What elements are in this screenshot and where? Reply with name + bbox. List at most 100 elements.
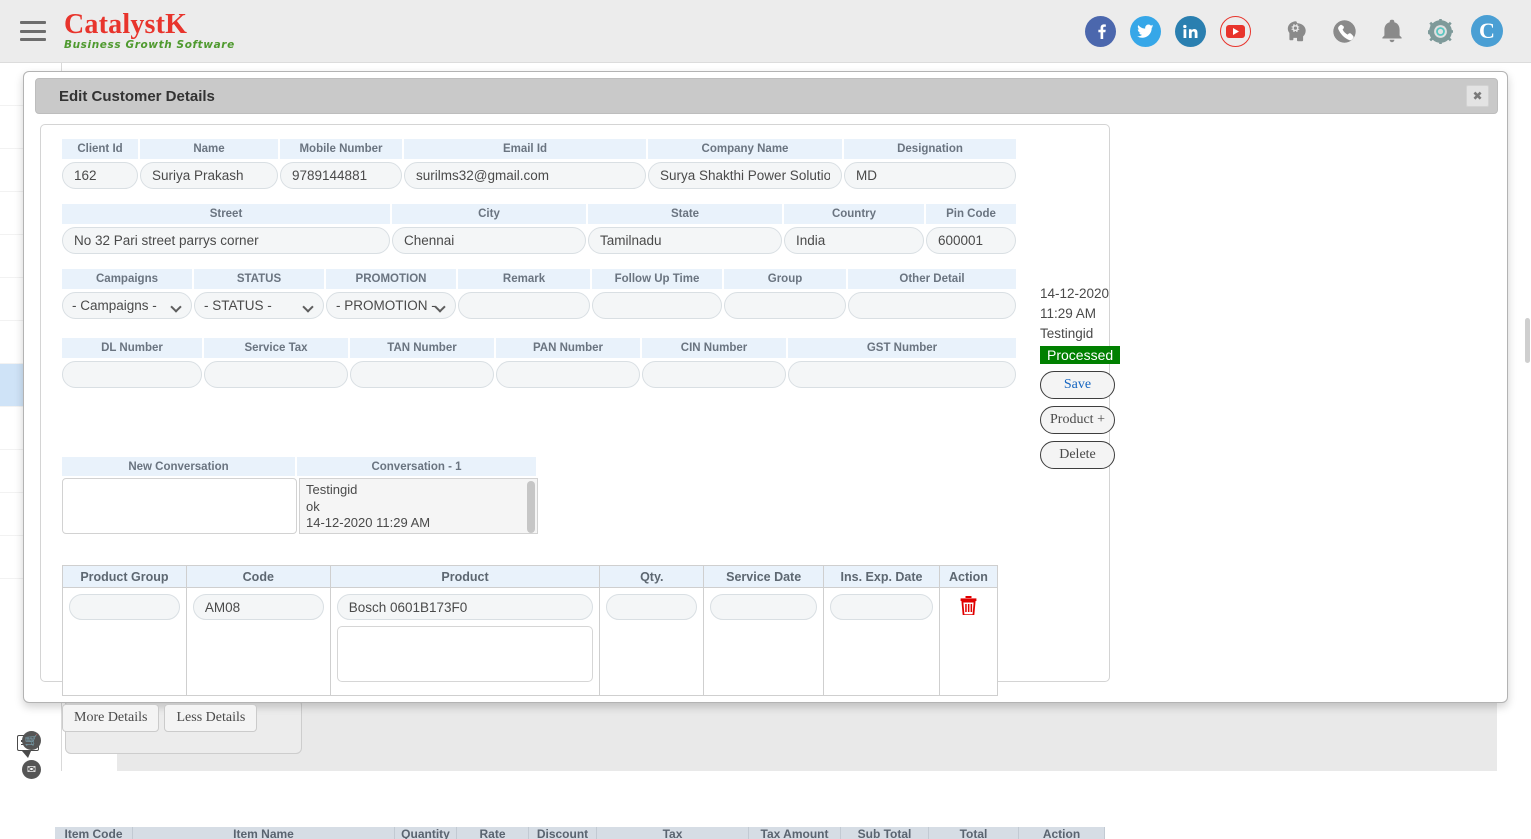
add-product-button[interactable]: Product + <box>1040 406 1115 434</box>
gst-number-input[interactable] <box>788 361 1016 388</box>
shopping-cart-icon[interactable]: 🛒 <box>22 731 41 750</box>
client-id-input[interactable] <box>62 162 138 189</box>
label-row-2: Street City State Country Pin Code <box>62 204 1018 224</box>
record-time: 11:29 AM <box>1040 306 1097 321</box>
group-input[interactable] <box>724 292 846 319</box>
linkedin-icon[interactable] <box>1175 15 1206 47</box>
company-name-input[interactable] <box>648 162 842 189</box>
cell-service-date <box>703 587 825 696</box>
bell-notification-icon[interactable] <box>1375 14 1409 48</box>
table-row <box>62 587 999 696</box>
top-icon-group: C <box>1085 14 1503 48</box>
campaigns-select[interactable]: - Campaigns - <box>62 292 192 319</box>
bg-col-tax: Tax <box>597 827 749 839</box>
record-actions-panel: 14-12-2020 11:29 AM Testingid Processed … <box>1040 284 1150 469</box>
delete-button[interactable]: Delete <box>1040 441 1115 469</box>
modal-title: Edit Customer Details <box>59 87 215 105</box>
label-follow-up-time: Follow Up Time <box>592 269 724 289</box>
brand-tagline: Business Growth Software <box>64 39 235 52</box>
label-state: State <box>588 204 784 224</box>
label-pan-number: PAN Number <box>496 338 642 358</box>
label-name: Name <box>140 139 280 159</box>
promotion-select[interactable]: - PROMOTION - <box>326 292 456 319</box>
qty-input[interactable] <box>606 594 698 620</box>
facebook-icon[interactable] <box>1085 15 1116 47</box>
product-note-textarea[interactable] <box>336 626 594 682</box>
designation-input[interactable] <box>844 162 1016 189</box>
label-client-id: Client Id <box>62 139 140 159</box>
pan-number-input[interactable] <box>496 361 640 388</box>
email-input[interactable] <box>404 162 646 189</box>
form-row-identity: Client Id Name Mobile Number Email Id Co… <box>62 139 1018 189</box>
label-email: Email Id <box>404 139 648 159</box>
cell-ins-exp-date <box>823 587 940 696</box>
ai-brain-icon[interactable] <box>1279 14 1313 48</box>
input-row-1 <box>62 162 1018 189</box>
save-button[interactable]: Save <box>1040 371 1115 399</box>
status-select[interactable]: - STATUS - <box>194 292 324 319</box>
edit-customer-modal: Edit Customer Details ✖ Client Id Name M… <box>23 71 1508 732</box>
cell-qty <box>599 587 705 696</box>
bg-col-rate: Rate <box>457 827 529 839</box>
delete-trash-icon[interactable] <box>960 596 977 618</box>
code-input[interactable] <box>192 594 324 620</box>
record-date: 14-12-2020 <box>1040 286 1110 301</box>
city-input[interactable] <box>392 227 586 254</box>
street-input[interactable] <box>62 227 390 254</box>
state-input[interactable] <box>588 227 782 254</box>
dl-number-input[interactable] <box>62 361 202 388</box>
label-group: Group <box>724 269 848 289</box>
product-table-header-row: Product Group Code Product Qty. Service … <box>62 565 999 588</box>
product-group-input[interactable] <box>69 594 180 620</box>
country-input[interactable] <box>784 227 924 254</box>
bg-col-tax-amount: Tax Amount <box>749 827 841 839</box>
support-chat-icon[interactable]: ✉ <box>22 760 41 779</box>
label-tan-number: TAN Number <box>350 338 496 358</box>
cell-action <box>938 587 999 696</box>
pin-code-input[interactable] <box>926 227 1016 254</box>
mobile-input[interactable] <box>280 162 402 189</box>
conversation-1-content[interactable]: Testingid ok 14-12-2020 11:29 AM <box>299 478 538 534</box>
product-table: Product Group Code Product Qty. Service … <box>62 565 999 696</box>
remark-input[interactable] <box>458 292 590 319</box>
cin-number-input[interactable] <box>642 361 786 388</box>
less-details-button[interactable]: Less Details <box>164 704 258 732</box>
page-scrollbar[interactable] <box>1525 318 1530 363</box>
bg-col-discount: Discount <box>529 827 597 839</box>
new-conversation-textarea[interactable] <box>62 478 297 534</box>
bg-col-item-name: Item Name <box>133 827 395 839</box>
name-input[interactable] <box>140 162 278 189</box>
ins-exp-date-input[interactable] <box>830 594 933 620</box>
conversation-1-text: Testingid ok 14-12-2020 11:29 AM <box>306 482 431 530</box>
modal-body: Client Id Name Mobile Number Email Id Co… <box>40 124 1493 732</box>
brand-logo[interactable]: CatalystK Business Growth Software <box>64 11 235 51</box>
form-row-tax: DL Number Service Tax TAN Number PAN Num… <box>62 338 1018 388</box>
user-avatar[interactable]: C <box>1471 15 1503 47</box>
bg-col-action: Action <box>1019 827 1105 839</box>
twitter-icon[interactable] <box>1130 15 1161 47</box>
follow-up-time-input[interactable] <box>592 292 722 319</box>
more-details-button[interactable]: More Details <box>62 704 160 732</box>
label-city: City <box>392 204 588 224</box>
label-dl-number: DL Number <box>62 338 204 358</box>
label-remark: Remark <box>458 269 592 289</box>
cell-product <box>329 587 601 696</box>
youtube-icon[interactable] <box>1220 15 1251 47</box>
conversation-scrollbar[interactable] <box>527 481 535 533</box>
label-status: STATUS <box>194 269 326 289</box>
status-badge: Processed <box>1040 346 1121 364</box>
other-detail-input[interactable] <box>848 292 1016 319</box>
label-service-tax: Service Tax <box>204 338 350 358</box>
phone-icon[interactable] <box>1327 14 1361 48</box>
tan-number-input[interactable] <box>350 361 494 388</box>
product-input[interactable] <box>336 594 594 620</box>
cell-code <box>185 587 331 696</box>
service-date-input[interactable] <box>710 594 818 620</box>
col-product: Product <box>329 565 601 588</box>
settings-gear-icon[interactable] <box>1423 14 1457 48</box>
close-icon[interactable]: ✖ <box>1466 85 1489 107</box>
hamburger-menu-icon[interactable] <box>20 21 46 41</box>
service-tax-input[interactable] <box>204 361 348 388</box>
col-product-group: Product Group <box>62 565 187 588</box>
col-qty: Qty. <box>599 565 705 588</box>
